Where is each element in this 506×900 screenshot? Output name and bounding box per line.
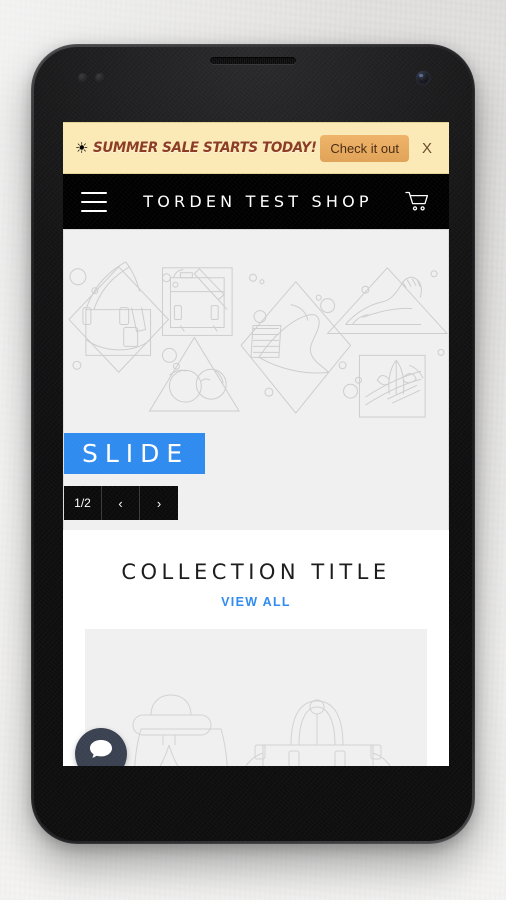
earpiece-speaker-icon: [210, 57, 296, 64]
proximity-sensor-icon: [78, 73, 88, 83]
menu-line: [81, 209, 107, 212]
hero-slider[interactable]: SLIDE 1/2 ‹ ›: [63, 230, 449, 530]
hero-illustration: [64, 230, 448, 529]
light-sensor-icon: [95, 73, 105, 83]
menu-line: [81, 200, 107, 203]
collection-product-image[interactable]: [85, 629, 427, 766]
promo-message: ☀ SUMMER SALE STARTS TODAY! ☀: [75, 139, 352, 157]
chat-bubble-icon: [90, 740, 112, 758]
collection-section: COLLECTION TITLE VIEW ALL: [63, 530, 449, 766]
shop-title: TORDEN TEST SHOP: [143, 192, 373, 211]
shopping-cart-icon[interactable]: [403, 190, 431, 214]
sensor-group: [78, 73, 105, 83]
site-header: TORDEN TEST SHOP: [63, 174, 449, 230]
collection-title: COLLECTION TITLE: [121, 560, 391, 584]
slider-prev-button[interactable]: ‹: [102, 486, 140, 520]
view-all-link[interactable]: VIEW ALL: [221, 595, 291, 609]
slider-next-button[interactable]: ›: [140, 486, 178, 520]
phone-device: ☀ SUMMER SALE STARTS TODAY! ☀ Check it o…: [31, 44, 475, 844]
promo-banner: ☀ SUMMER SALE STARTS TODAY! ☀ Check it o…: [63, 122, 449, 174]
slide-counter: 1/2: [64, 486, 102, 520]
close-banner-icon[interactable]: X: [415, 136, 439, 161]
front-camera-icon: [416, 71, 430, 85]
slide-label: SLIDE: [64, 432, 206, 474]
promo-banner-text: SUMMER SALE STARTS TODAY!: [93, 140, 317, 156]
menu-line: [81, 191, 107, 194]
slider-controls: 1/2 ‹ ›: [64, 486, 178, 520]
check-it-out-button[interactable]: Check it out: [320, 134, 409, 162]
phone-screen: ☀ SUMMER SALE STARTS TODAY! ☀ Check it o…: [63, 122, 449, 766]
phone-bezel: ☀ SUMMER SALE STARTS TODAY! ☀ Check it o…: [34, 47, 472, 841]
hamburger-menu-icon[interactable]: [81, 191, 107, 212]
sun-icon-left: ☀: [75, 139, 89, 157]
